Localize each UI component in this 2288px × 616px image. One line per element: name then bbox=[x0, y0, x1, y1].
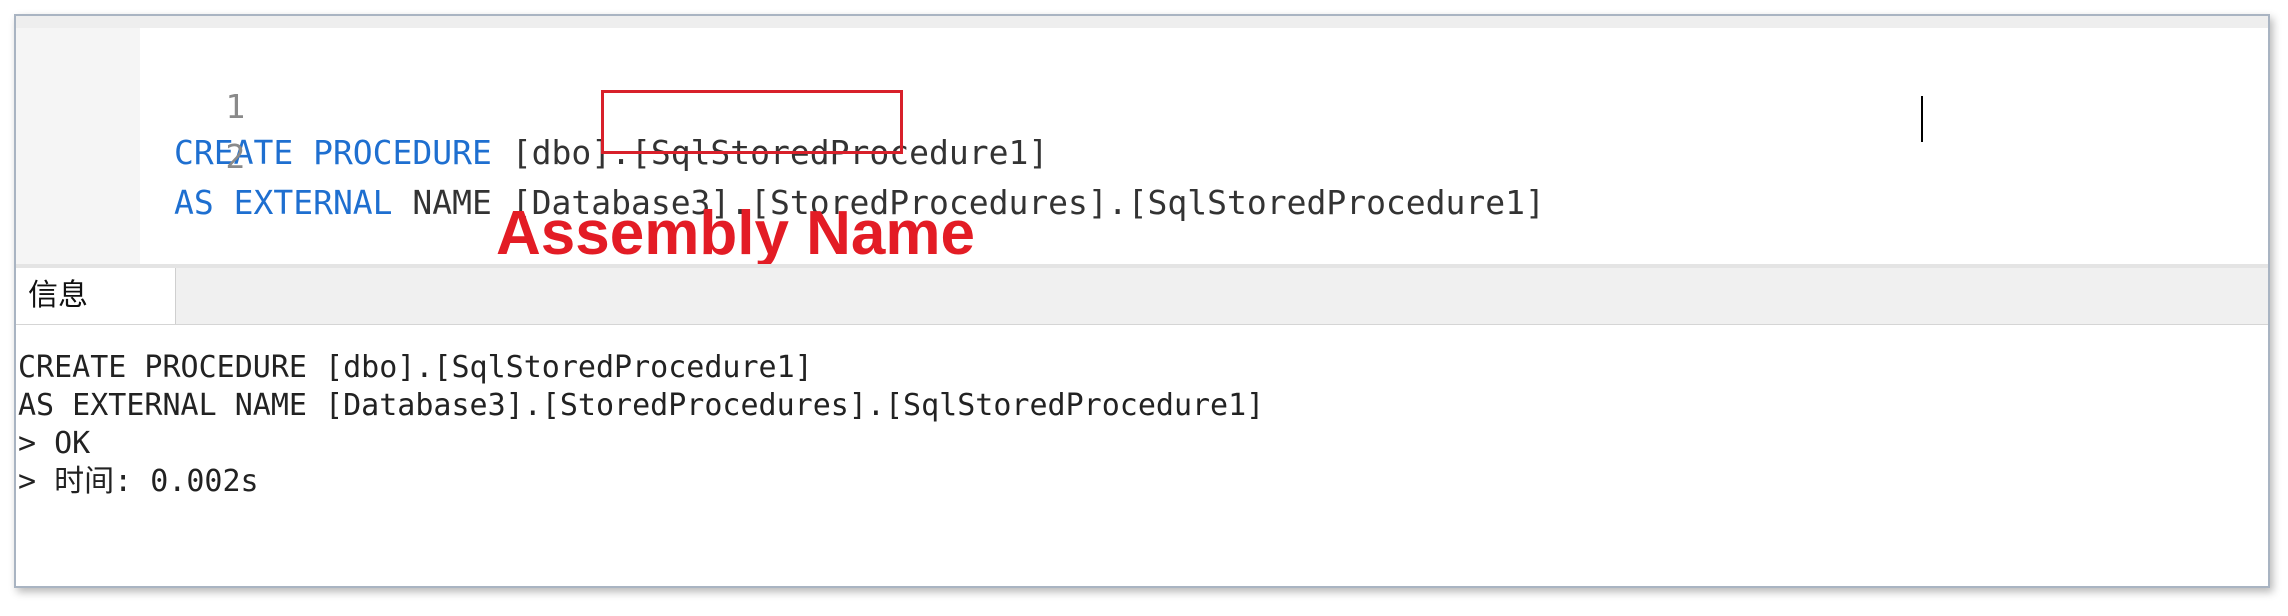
assembly-name-highlight-box bbox=[601, 90, 903, 154]
editor-line-1: 1 CREATE PROCEDURE [dbo].[SqlStoredProce… bbox=[16, 38, 1048, 172]
line-number: 1 bbox=[225, 87, 246, 126]
sql-query-window: 1 CREATE PROCEDURE [dbo].[SqlStoredProce… bbox=[14, 14, 2270, 588]
output-elapsed-time: > 时间: 0.002s bbox=[18, 464, 259, 499]
output-line: AS EXTERNAL NAME [Database3].[StoredProc… bbox=[18, 388, 1265, 423]
messages-output-panel: CREATE PROCEDURE [dbo].[SqlStoredProcedu… bbox=[16, 324, 2268, 586]
tab-messages[interactable]: 信息 bbox=[16, 268, 176, 328]
text-caret bbox=[1921, 96, 1923, 142]
editor-line-2: 2 AS EXTERNAL NAME [Database3].[StoredPr… bbox=[16, 88, 1545, 222]
output-line: CREATE PROCEDURE [dbo].[SqlStoredProcedu… bbox=[18, 350, 813, 385]
result-tab-bar: 信息 bbox=[16, 264, 2268, 328]
output-status-ok: > OK bbox=[18, 426, 91, 461]
sql-keyword: AS EXTERNAL bbox=[174, 183, 393, 222]
sql-editor[interactable]: 1 CREATE PROCEDURE [dbo].[SqlStoredProce… bbox=[16, 16, 2268, 268]
assembly-name-annotation: Assembly Name bbox=[496, 199, 976, 268]
line-number: 2 bbox=[225, 137, 246, 176]
